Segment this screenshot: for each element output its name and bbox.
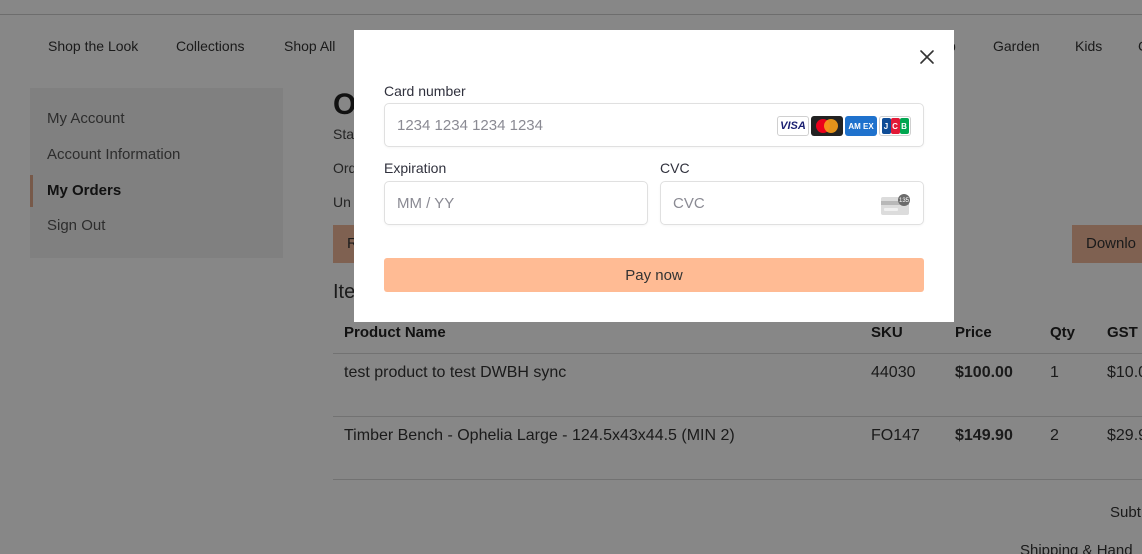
- pay-now-button[interactable]: Pay now: [384, 258, 924, 292]
- expiration-field[interactable]: [384, 181, 648, 225]
- cvc-icon-digits: 135: [899, 198, 910, 204]
- cvc-label: CVC: [660, 160, 690, 176]
- card-brands: VISA AM EX JCB: [777, 116, 911, 136]
- cvc-card-icon: 135: [881, 194, 911, 215]
- jcb-icon: JCB: [879, 116, 911, 136]
- visa-icon: VISA: [777, 116, 809, 136]
- card-number-input[interactable]: [397, 104, 774, 146]
- close-icon[interactable]: [917, 47, 937, 67]
- mastercard-icon: [811, 116, 843, 136]
- amex-icon: AM EX: [845, 116, 877, 136]
- card-number-field[interactable]: VISA AM EX JCB: [384, 103, 924, 147]
- cvc-field[interactable]: 135: [660, 181, 924, 225]
- payment-modal: Card number VISA AM EX JCB Expiration CV…: [354, 30, 954, 322]
- card-number-label: Card number: [384, 83, 466, 99]
- cvc-input[interactable]: [673, 182, 857, 224]
- expiration-input[interactable]: [397, 182, 581, 224]
- expiration-label: Expiration: [384, 160, 447, 176]
